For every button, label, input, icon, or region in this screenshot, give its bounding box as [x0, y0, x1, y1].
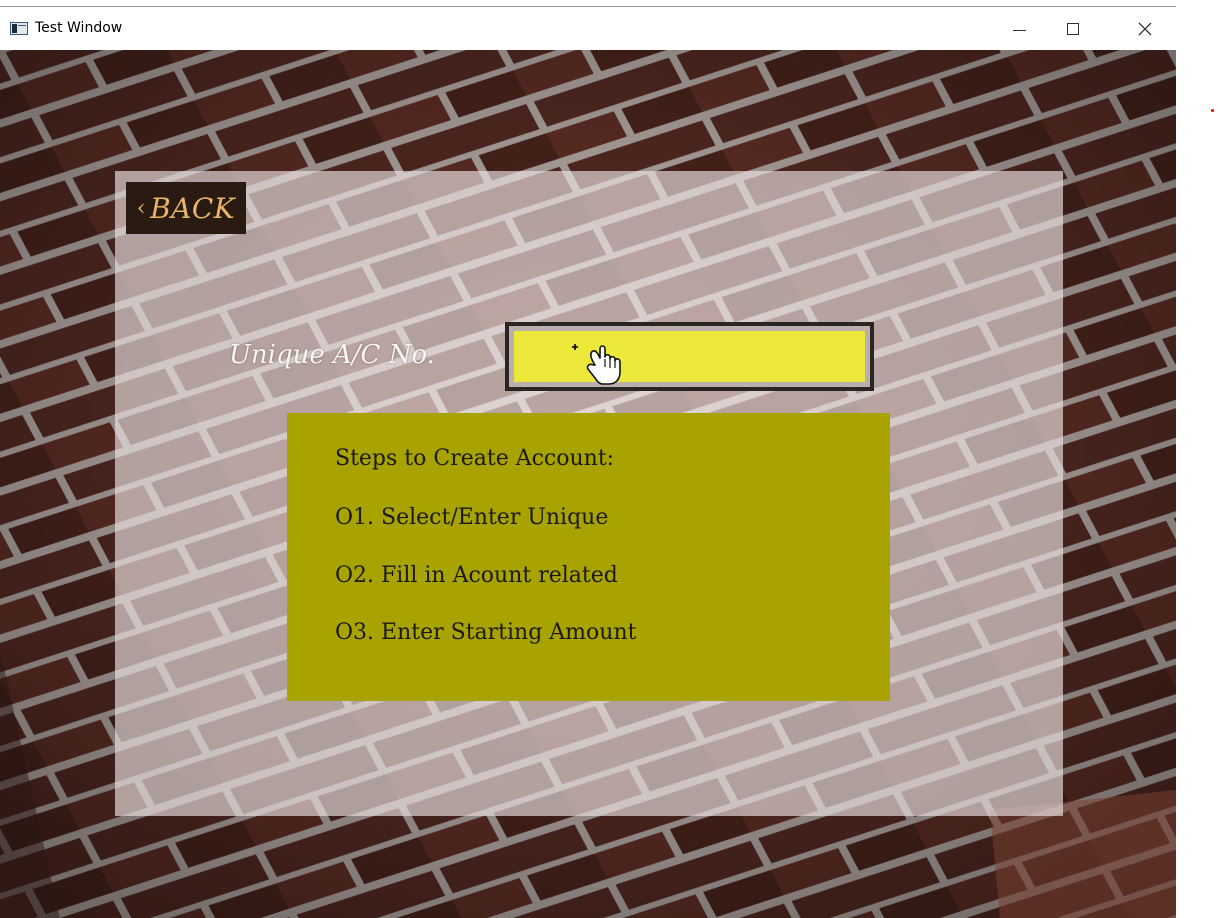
- close-button[interactable]: [1122, 7, 1168, 50]
- window-title: Test Window: [35, 20, 123, 36]
- close-icon: [1138, 22, 1152, 35]
- title-bar: Test Window: [0, 7, 1176, 50]
- app-window-icon: [10, 22, 28, 35]
- steps-panel: Steps to Create Account: O1. Select/Ente…: [287, 413, 890, 701]
- minimize-button[interactable]: [996, 7, 1042, 50]
- account-number-label: Unique A/C No.: [229, 340, 435, 370]
- maximize-icon: [1067, 22, 1079, 35]
- hand-pointer-icon: [572, 344, 621, 385]
- scene-background: ‹ BACK Unique A/C No. Steps to Create Ac…: [0, 50, 1176, 918]
- chevron-left-icon: ‹: [136, 195, 147, 221]
- maximize-button[interactable]: [1050, 7, 1096, 50]
- account-number-field-frame: [505, 322, 874, 391]
- step-item: O1. Select/Enter Unique: [335, 505, 609, 530]
- step-item: O3. Enter Starting Amount: [335, 620, 637, 645]
- steps-title: Steps to Create Account:: [335, 446, 615, 471]
- step-item: O2. Fill in Acount related: [335, 563, 618, 588]
- minimize-icon: [1012, 30, 1026, 31]
- back-button-label: BACK: [150, 191, 236, 225]
- account-number-input[interactable]: [514, 331, 865, 382]
- stray-dot: [1211, 109, 1214, 112]
- back-button[interactable]: ‹ BACK: [126, 182, 246, 234]
- app-window: Test Window ‹ BACK Unique A/C No. Steps …: [0, 6, 1176, 918]
